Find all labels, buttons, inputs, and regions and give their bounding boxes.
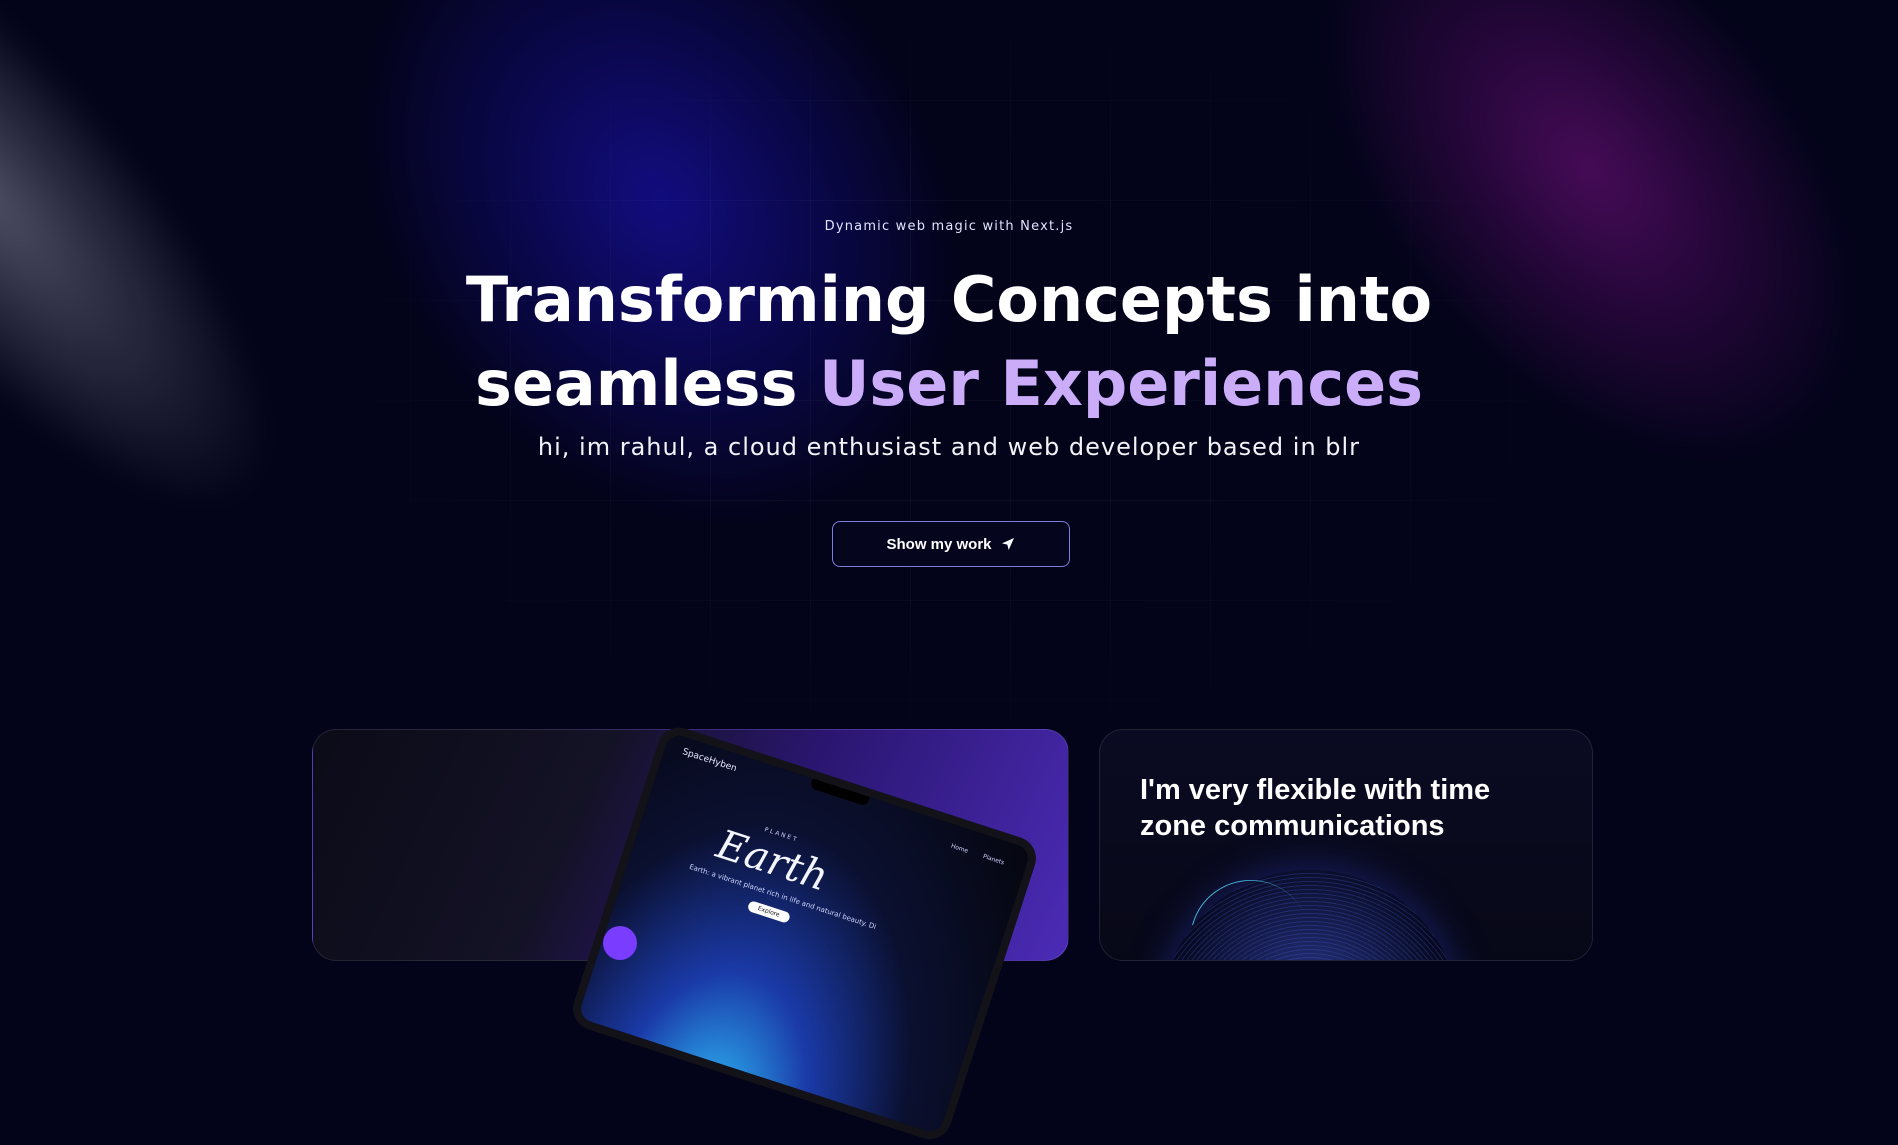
timezone-card-title: I'm very flexible with time zone communi…: [1140, 774, 1491, 842]
show-my-work-button[interactable]: Show my work: [832, 521, 1070, 567]
hero-subline: hi, im rahul, a cloud enthusiast and web…: [537, 433, 1361, 461]
timezone-card: I'm very flexible with time zone communi…: [1099, 729, 1593, 961]
hero-headline: Transforming Concepts into seamless User…: [0, 258, 1898, 426]
headline-line-1: Transforming Concepts into: [465, 263, 1433, 336]
headline-line-2-plain: seamless: [474, 347, 820, 420]
headline-accent: User Experiences: [819, 347, 1424, 420]
cta-label: Show my work: [886, 535, 992, 553]
hero-eyebrow: Dynamic web magic with Next.js: [824, 219, 1074, 234]
purple-circle-decoration: [603, 926, 637, 960]
paper-plane-icon: [1000, 536, 1016, 552]
